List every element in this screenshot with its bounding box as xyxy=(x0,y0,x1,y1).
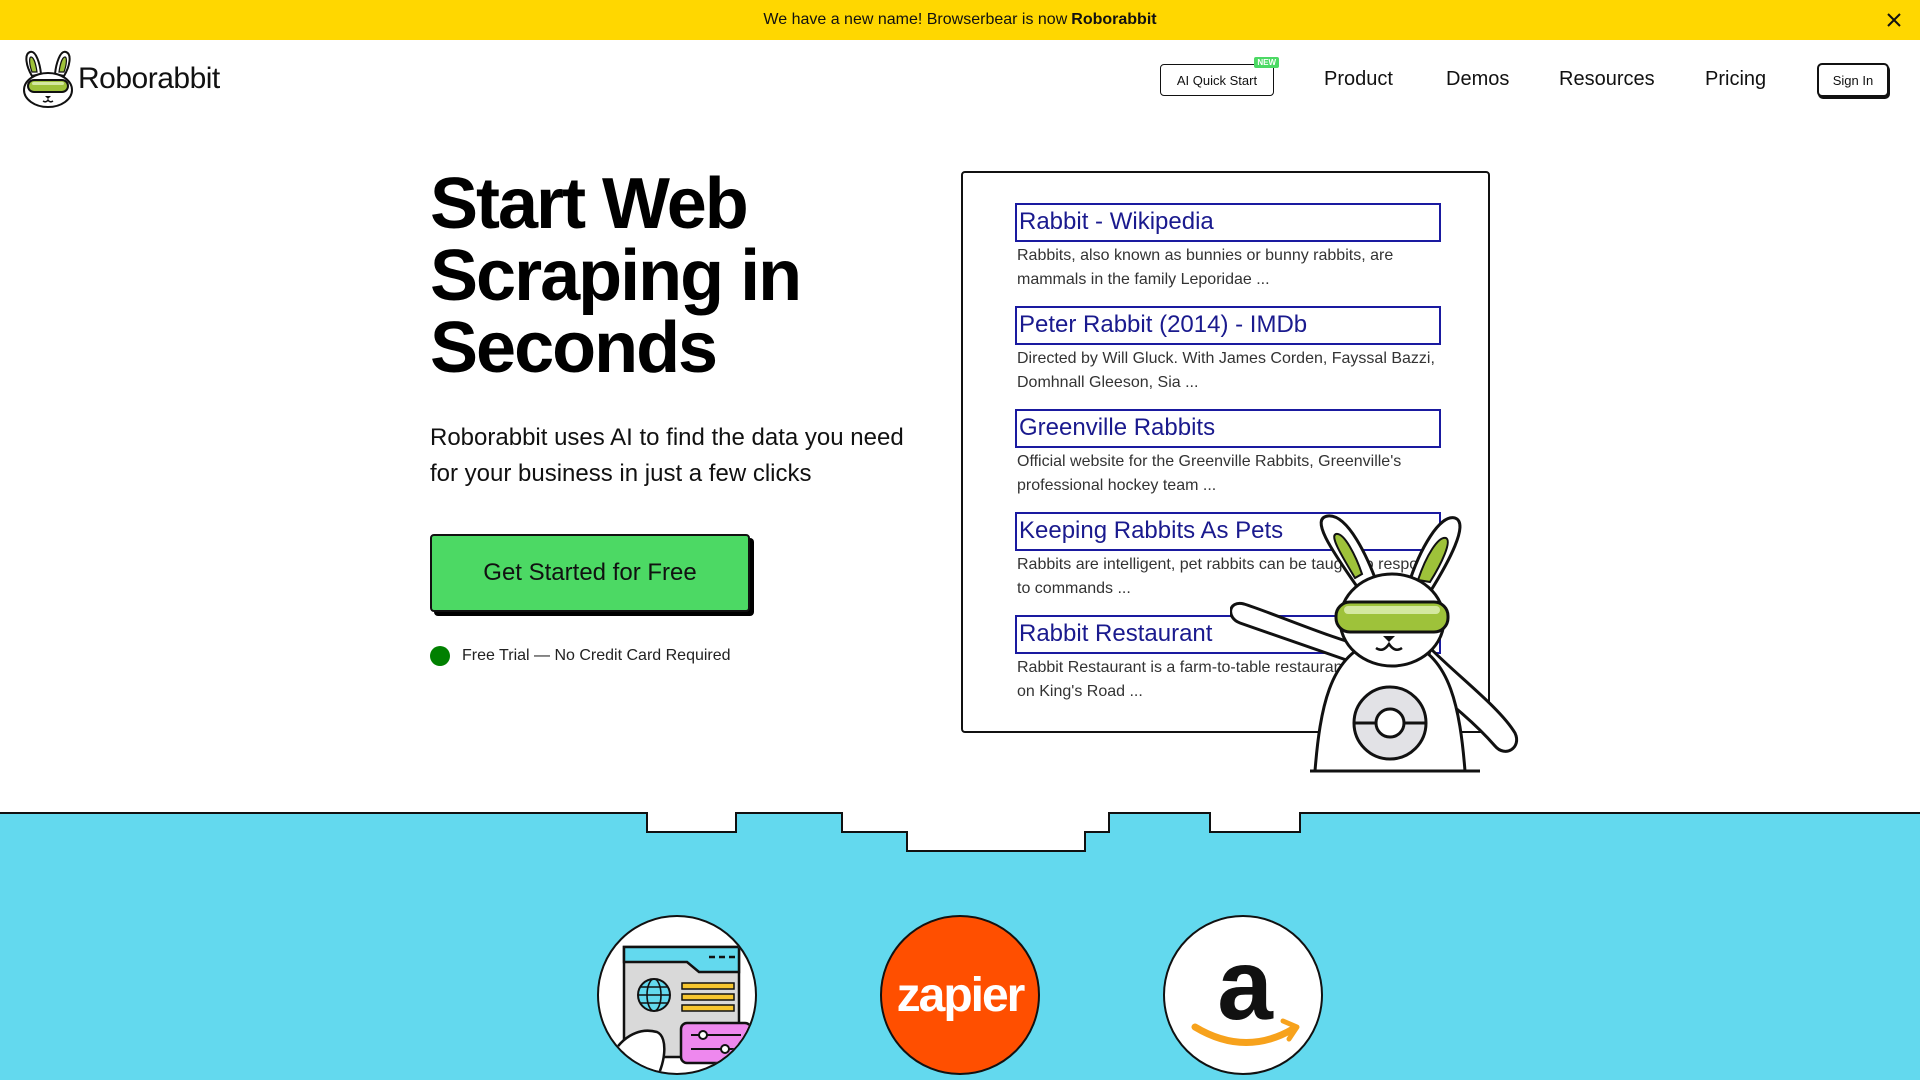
integration-amazon[interactable]: a xyxy=(1163,915,1323,1075)
search-result: Greenville Rabbits Official website for … xyxy=(1015,409,1441,498)
ai-quick-start-label: AI Quick Start xyxy=(1176,72,1258,88)
nav-link-product[interactable]: Product xyxy=(1324,68,1393,91)
logo[interactable]: Roborabbit xyxy=(22,50,220,108)
result-title[interactable]: Greenville Rabbits xyxy=(1015,409,1441,448)
amazon-logo-icon: a xyxy=(1191,929,1300,1046)
result-title[interactable]: Rabbit - Wikipedia xyxy=(1015,203,1441,242)
nav-link-pricing[interactable]: Pricing xyxy=(1705,68,1766,91)
new-badge: NEW xyxy=(1254,57,1279,68)
announcement-bar: We have a new name! Browserbear is now R… xyxy=(0,0,1920,40)
result-description: Official website for the Greenville Rabb… xyxy=(1017,453,1402,494)
result-title[interactable]: Peter Rabbit (2014) - IMDb xyxy=(1015,306,1441,345)
nav-link-demos[interactable]: Demos xyxy=(1446,68,1509,91)
hero-subtitle: Roborabbit uses AI to find the data you … xyxy=(430,424,904,487)
zapier-logo-text: zapier xyxy=(896,968,1026,1022)
logo-text: Roborabbit xyxy=(78,62,220,95)
rabbit-logo-icon xyxy=(23,50,73,108)
integration-zapier[interactable]: zapier xyxy=(880,915,1040,1075)
nav-link-resources[interactable]: Resources xyxy=(1559,68,1655,91)
close-icon[interactable] xyxy=(1884,10,1904,30)
result-description: Directed by Will Gluck. With James Corde… xyxy=(1017,350,1435,391)
search-result: Rabbit - Wikipedia Rabbits, also known a… xyxy=(1015,203,1441,292)
svg-text:a: a xyxy=(1217,929,1274,1041)
free-trial-text: Free Trial — No Credit Card Required xyxy=(462,647,731,664)
rabbit-mascot-illustration xyxy=(1230,514,1519,773)
ai-quick-start-button[interactable]: AI Quick Start NEW xyxy=(1160,57,1279,96)
result-description: Rabbits, also known as bunnies or bunny … xyxy=(1017,247,1394,288)
integration-web-scraper[interactable] xyxy=(597,915,757,1075)
top-nav: Roborabbit AI Quick Start NEW Product De… xyxy=(0,40,1920,120)
announcement-highlight: Roborabbit xyxy=(1071,11,1157,28)
search-result: Peter Rabbit (2014) - IMDb Directed by W… xyxy=(1015,306,1441,395)
browser-settings-icon xyxy=(607,945,753,1073)
announcement-text: We have a new name! Browserbear is now xyxy=(763,11,1068,28)
green-dot-icon xyxy=(430,646,450,666)
get-started-button[interactable]: Get Started for Free xyxy=(430,534,750,612)
free-trial-note: Free Trial — No Credit Card Required xyxy=(430,646,731,666)
hero-title: Start Web Scraping in Seconds xyxy=(430,164,802,388)
sign-in-button[interactable]: Sign In xyxy=(1817,63,1889,97)
